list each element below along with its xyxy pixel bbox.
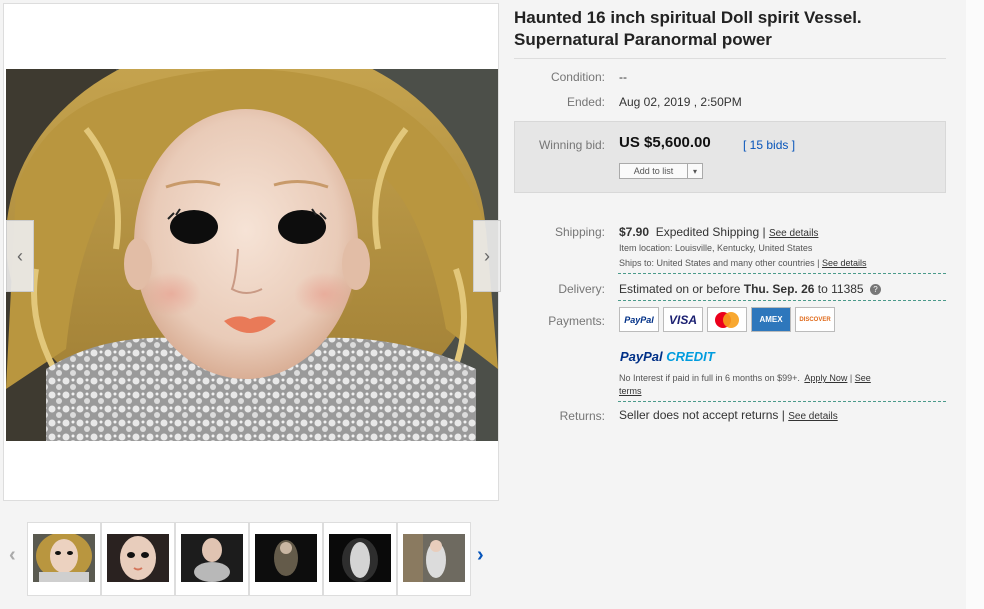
ships-to-line: Ships to: United States and many other c… <box>619 258 867 268</box>
image-gallery: ‹ › <box>3 3 501 501</box>
mastercard-logo <box>707 307 747 332</box>
winning-bid-price: US $5,600.00 <box>619 134 711 151</box>
returns-separator: | <box>781 408 785 422</box>
apply-now-link[interactable]: Apply Now <box>804 373 847 383</box>
paypal-credit-credit: CREDIT <box>666 349 715 364</box>
thumbnails-next-button[interactable]: › <box>477 544 484 567</box>
shipping-divider <box>618 273 946 274</box>
returns-value: Seller does not accept returns <box>619 408 779 422</box>
delivery-date: Thu. Sep. 26 <box>743 282 815 296</box>
add-to-list-button[interactable]: Add to list ▾ <box>619 163 703 179</box>
delivery-label: Delivery: <box>558 282 605 296</box>
delivery-prefix: Estimated on or before <box>619 282 741 296</box>
page-right-gutter <box>966 0 984 609</box>
ships-to-see-details-link[interactable]: See details <box>822 258 867 268</box>
credit-separator: | <box>849 373 853 383</box>
ships-to: Ships to: United States and many other c… <box>619 258 815 268</box>
ships-to-separator: | <box>817 258 820 268</box>
thumbnail-1[interactable] <box>27 522 101 596</box>
next-image-button[interactable]: › <box>473 220 501 292</box>
condition-value: -- <box>619 70 627 84</box>
paypal-credit-text: No Interest if paid in full in 6 months … <box>619 372 939 398</box>
condition-label: Condition: <box>550 70 605 84</box>
shipping-method: Expedited Shipping <box>655 225 760 239</box>
shipping-label: Shipping: <box>554 225 605 239</box>
help-icon[interactable]: ? <box>869 284 881 296</box>
thumbnail-image <box>33 534 95 582</box>
see-terms-link-terms[interactable]: terms <box>619 386 642 396</box>
amex-logo: AMEX <box>751 307 791 332</box>
shipping-see-details-link[interactable]: See details <box>769 228 818 239</box>
thumbnail-image <box>403 534 465 582</box>
listing-title: Haunted 16 inch spiritual Doll spirit Ve… <box>514 8 862 49</box>
add-to-list-label: Add to list <box>620 164 688 178</box>
see-terms-link-see[interactable]: See <box>855 373 871 383</box>
ended-label: Ended: <box>566 95 605 109</box>
payments-label: Payments: <box>548 314 605 328</box>
winning-bid-panel: Winning bid: US $5,600.00 [ 15 bids ] Ad… <box>514 121 946 193</box>
paypal-logo: PayPal <box>619 307 659 332</box>
thumbnail-3[interactable] <box>175 522 249 596</box>
mastercard-icon <box>715 311 739 328</box>
ended-value: Aug 02, 2019 , 2:50PM <box>619 95 742 109</box>
doll-photo <box>6 69 498 441</box>
thumbnail-4[interactable] <box>249 522 323 596</box>
returns-line: Seller does not accept returns | See det… <box>619 408 838 422</box>
discover-logo: DISCOVER <box>795 307 835 332</box>
payments-divider <box>618 401 946 402</box>
paypal-credit-logo: PayPal CREDIT <box>620 349 715 364</box>
returns-label: Returns: <box>559 409 605 423</box>
thumbnails-prev-button[interactable]: ‹ <box>9 544 16 567</box>
delivery-divider <box>618 300 946 301</box>
main-item-photo[interactable] <box>6 69 498 441</box>
thumbnail-5[interactable] <box>323 522 397 596</box>
visa-logo: VISA <box>663 307 703 332</box>
title-divider <box>514 58 946 59</box>
chevron-right-icon: › <box>484 245 490 266</box>
thumbnail-2[interactable] <box>101 522 175 596</box>
paypal-credit-word: PayPal <box>620 349 663 364</box>
shipping-cost: $7.90 <box>619 225 650 239</box>
thumbnail-strip: ‹ › <box>0 514 500 604</box>
credit-offer: No Interest if paid in full in 6 months … <box>619 373 800 383</box>
thumbnail-image <box>181 534 243 582</box>
thumbnail-6[interactable] <box>397 522 471 596</box>
chevron-left-icon: ‹ <box>17 245 23 266</box>
thumbnail-image <box>329 534 391 582</box>
bids-count-link[interactable]: [ 15 bids ] <box>743 138 795 152</box>
item-location: Item location: Louisville, Kentucky, Uni… <box>619 243 813 253</box>
thumbnail-image <box>107 534 169 582</box>
winning-bid-label: Winning bid: <box>538 138 605 152</box>
chevron-down-icon[interactable]: ▾ <box>688 164 702 178</box>
shipping-line: $7.90 Expedited Shipping | See details <box>619 225 818 239</box>
thumbnail-image <box>255 534 317 582</box>
delivery-zip: to 11385 <box>817 282 864 296</box>
previous-image-button[interactable]: ‹ <box>6 220 34 292</box>
shipping-separator: | <box>762 225 766 239</box>
returns-see-details-link[interactable]: See details <box>788 411 837 422</box>
delivery-line: Estimated on or before Thu. Sep. 26 to 1… <box>619 282 881 296</box>
